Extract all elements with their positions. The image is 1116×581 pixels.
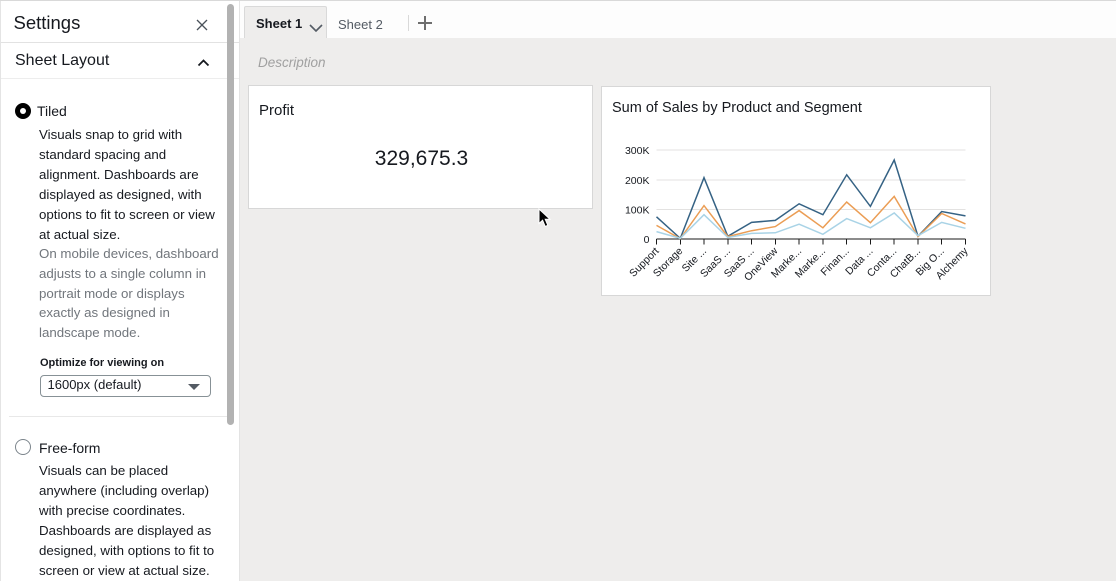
svg-text:0: 0 <box>644 234 650 246</box>
svg-text:300K: 300K <box>625 145 650 157</box>
svg-text:200K: 200K <box>625 175 650 187</box>
svg-text:100K: 100K <box>625 204 650 216</box>
